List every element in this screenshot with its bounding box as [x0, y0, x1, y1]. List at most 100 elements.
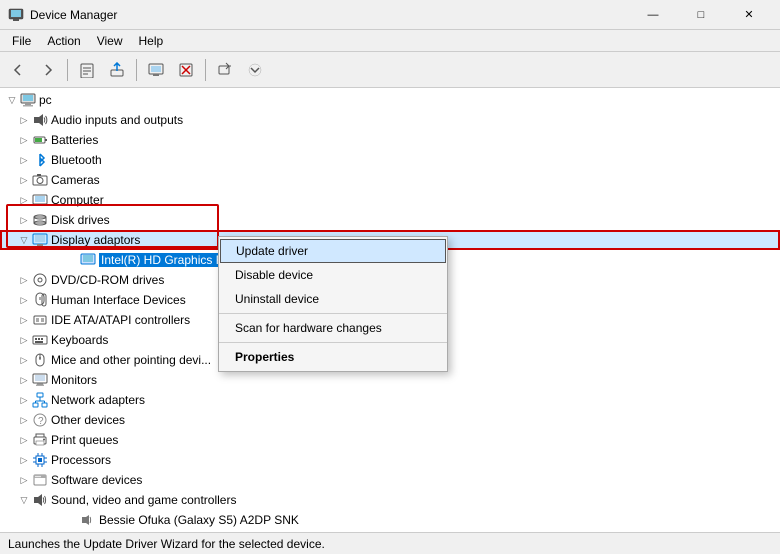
ctx-sep2	[219, 342, 447, 343]
tree-item-software[interactable]: ▷ Software devices	[0, 470, 780, 490]
monitors-icon	[32, 372, 48, 388]
status-text: Launches the Update Driver Wizard for th…	[8, 537, 325, 551]
sound-label: Sound, video and game controllers	[51, 493, 236, 507]
collapse-display-icon[interactable]: ▽	[16, 232, 32, 248]
svg-text:?: ?	[38, 416, 44, 427]
scan-changes-button[interactable]	[142, 56, 170, 84]
tree-item-bluetooth[interactable]: ▷ Bluetooth	[0, 150, 780, 170]
expand-print-icon[interactable]: ▷	[16, 432, 32, 448]
bessie1-label: Bessie Ofuka (Galaxy S5) A2DP SNK	[99, 513, 299, 527]
batteries-label: Batteries	[51, 133, 98, 147]
sound-icon	[32, 492, 48, 508]
toolbar	[0, 52, 780, 88]
ide-icon	[32, 312, 48, 328]
status-bar: Launches the Update Driver Wizard for th…	[0, 532, 780, 554]
software-label: Software devices	[51, 473, 142, 487]
collapse-icon[interactable]: ▽	[4, 92, 20, 108]
main-content: ▽ pc ▷ Audio inputs and o	[0, 88, 780, 532]
ctx-update-driver[interactable]: Update driver	[220, 239, 446, 263]
close-button[interactable]: ✕	[726, 0, 772, 30]
pc-label: pc	[39, 93, 52, 107]
network-label: Network adapters	[51, 393, 145, 407]
menu-action[interactable]: Action	[39, 32, 88, 50]
scan-button[interactable]	[211, 56, 239, 84]
tree-item-print[interactable]: ▷ Print queues	[0, 430, 780, 450]
ctx-uninstall-device[interactable]: Uninstall device	[219, 287, 447, 311]
tree-item-sound[interactable]: ▽ Sound, video and game controllers	[0, 490, 780, 510]
window-title: Device Manager	[30, 8, 630, 22]
tree-item-audio[interactable]: ▷ Audio inputs and outputs	[0, 110, 780, 130]
tree-item-bessie2[interactable]: Bessie Ofuka (Galaxy S5) Hands-Free HF A…	[0, 530, 780, 532]
display-icon	[32, 232, 48, 248]
expand-dvd-icon[interactable]: ▷	[16, 272, 32, 288]
cameras-label: Cameras	[51, 173, 100, 187]
ctx-scan[interactable]: Scan for hardware changes	[219, 316, 447, 340]
toolbar-sep1	[67, 59, 68, 81]
expand-other-icon[interactable]: ▷	[16, 412, 32, 428]
expand-ide-icon[interactable]: ▷	[16, 312, 32, 328]
forward-button[interactable]	[34, 56, 62, 84]
toolbar-sep2	[136, 59, 137, 81]
hid-label: Human Interface Devices	[51, 293, 186, 307]
uninstall-button[interactable]	[172, 56, 200, 84]
other-icon: ?	[32, 412, 48, 428]
menu-bar: File Action View Help	[0, 30, 780, 52]
software-icon	[32, 472, 48, 488]
expand-cameras-icon[interactable]: ▷	[16, 172, 32, 188]
tree-item-disk[interactable]: ▷ Disk drives	[0, 210, 780, 230]
disk-icon	[32, 212, 48, 228]
expand-hid-icon[interactable]: ▷	[16, 292, 32, 308]
tree-item-batteries[interactable]: ▷ Batteries	[0, 130, 780, 150]
expand-mice-icon[interactable]: ▷	[16, 352, 32, 368]
expand-audio-icon[interactable]: ▷	[16, 112, 32, 128]
toolbar-sep3	[205, 59, 206, 81]
tree-item-computer[interactable]: ▷ Computer	[0, 190, 780, 210]
menu-file[interactable]: File	[4, 32, 39, 50]
expand-disk-icon[interactable]: ▷	[16, 212, 32, 228]
collapse-sound-icon[interactable]: ▽	[16, 492, 32, 508]
minimize-button[interactable]: —	[630, 0, 676, 30]
cameras-icon	[32, 172, 48, 188]
expand-network-icon[interactable]: ▷	[16, 392, 32, 408]
back-button[interactable]	[4, 56, 32, 84]
tree-item-other[interactable]: ▷ ? Other devices	[0, 410, 780, 430]
other-label: Other devices	[51, 413, 125, 427]
print-label: Print queues	[51, 433, 118, 447]
dvd-icon	[32, 272, 48, 288]
ctx-sep1	[219, 313, 447, 314]
computer-label: Computer	[51, 193, 104, 207]
menu-view[interactable]: View	[89, 32, 131, 50]
expand-computer-icon[interactable]: ▷	[16, 192, 32, 208]
tree-item-pc[interactable]: ▽ pc	[0, 90, 780, 110]
tree-item-network[interactable]: ▷ Network adapters	[0, 390, 780, 410]
properties-button[interactable]	[73, 56, 101, 84]
disk-label: Disk drives	[51, 213, 110, 227]
ctx-disable-device[interactable]: Disable device	[219, 263, 447, 287]
intel-icon	[80, 252, 96, 268]
update-driver-toolbar-button[interactable]	[103, 56, 131, 84]
expand-software-icon[interactable]: ▷	[16, 472, 32, 488]
display-label: Display adaptors	[51, 233, 140, 247]
tree-item-cameras[interactable]: ▷ Cameras	[0, 170, 780, 190]
expand-monitors-icon[interactable]: ▷	[16, 372, 32, 388]
expand-batteries-icon[interactable]: ▷	[16, 132, 32, 148]
expand-proc-icon[interactable]: ▷	[16, 452, 32, 468]
tree-item-processors[interactable]: ▷ Processors	[0, 450, 780, 470]
menu-help[interactable]: Help	[131, 32, 172, 50]
down-button[interactable]	[241, 56, 269, 84]
bluetooth-icon	[32, 152, 48, 168]
batteries-icon	[32, 132, 48, 148]
ide-label: IDE ATA/ATAPI controllers	[51, 313, 190, 327]
tree-item-bessie1[interactable]: Bessie Ofuka (Galaxy S5) A2DP SNK	[0, 510, 780, 530]
expand-keyboards-icon[interactable]: ▷	[16, 332, 32, 348]
keyboard-icon	[32, 332, 48, 348]
mice-label: Mice and other pointing devi...	[51, 353, 211, 367]
maximize-button[interactable]: □	[678, 0, 724, 30]
print-icon	[32, 432, 48, 448]
tree-item-monitors[interactable]: ▷ Monitors	[0, 370, 780, 390]
keyboards-label: Keyboards	[51, 333, 108, 347]
window-controls: — □ ✕	[630, 0, 772, 30]
ctx-properties[interactable]: Properties	[219, 345, 447, 369]
processors-label: Processors	[51, 453, 111, 467]
expand-bluetooth-icon[interactable]: ▷	[16, 152, 32, 168]
